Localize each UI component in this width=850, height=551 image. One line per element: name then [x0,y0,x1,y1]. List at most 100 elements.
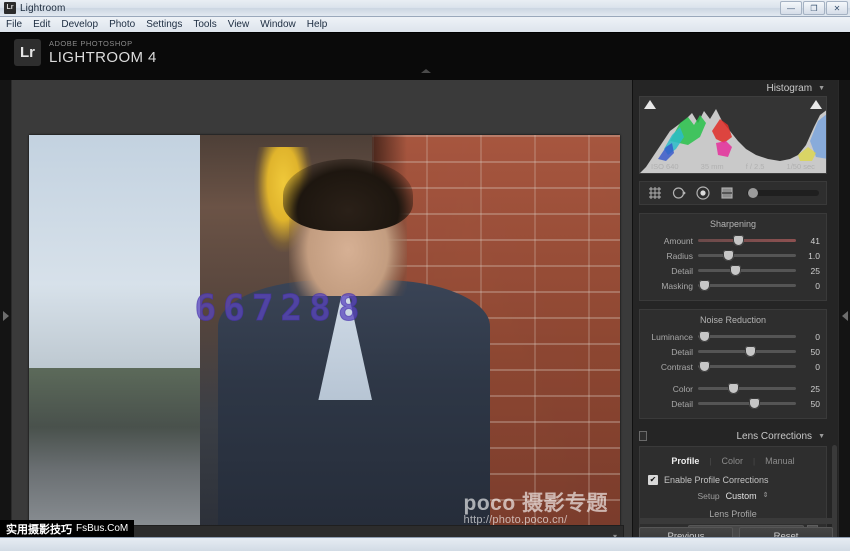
lens-corrections-title: Lens Corrections [736,430,813,442]
photo-sky-region [29,135,213,385]
slider-knob-amount[interactable] [733,235,745,246]
highlight-clipping-icon[interactable] [810,100,822,109]
graduated-filter-icon[interactable] [719,186,734,201]
watermark-number: 667288 [194,287,367,329]
os-titlebar: Lr Lightroom — ❐ ✕ [0,0,850,17]
slider-value-nr-detail[interactable]: 50 [796,347,820,357]
tab-color[interactable]: Color [711,456,753,466]
enable-profile-corrections-checkbox[interactable]: ✔ [648,475,658,485]
slider-knob-detail[interactable] [730,265,742,276]
slider-row-amount[interactable]: Amount 41 [640,233,826,248]
enable-profile-corrections-label: Enable Profile Corrections [664,475,769,485]
histogram[interactable]: ISO 640 35 mm f / 2.5 1/50 sec [639,96,827,174]
histogram-title: Histogram [766,82,813,94]
menu-item-window[interactable]: Window [260,19,296,30]
maximize-button[interactable]: ❐ [803,1,825,15]
slider-value-contrast[interactable]: 0 [796,362,820,372]
slider-row-detail[interactable]: Detail 25 [640,263,826,278]
red-eye-icon[interactable] [695,186,710,201]
slider-label-contrast: Contrast [660,361,693,372]
menu-item-tools[interactable]: Tools [193,19,216,30]
watermark-brand-text: poco 摄影专题 [463,492,608,516]
menu-item-develop[interactable]: Develop [61,19,98,30]
slider-track-detail[interactable] [698,265,796,276]
menu-item-edit[interactable]: Edit [33,19,50,30]
slider-track-masking[interactable] [698,280,796,291]
tool-size-slider[interactable] [747,188,819,198]
setup-stepper-icon[interactable]: ⇕ [763,492,769,499]
slider-knob-nr-detail[interactable] [745,346,757,357]
close-button[interactable]: ✕ [826,1,848,15]
menubar: File Edit Develop Photo Settings Tools V… [0,17,850,33]
slider-track-amount[interactable] [698,235,796,246]
slider-track-radius[interactable] [698,250,796,261]
slider-knob-luminance[interactable] [698,331,710,342]
slider-knob-contrast[interactable] [698,361,710,372]
window-title: Lightroom [20,2,66,14]
slider-row-luminance[interactable]: Luminance 0 [640,329,826,344]
slider-row-contrast[interactable]: Contrast 0 [640,359,826,374]
slider-value-radius[interactable]: 1.0 [796,251,820,261]
lightroom-header: Lr ADOBE PHOTOSHOP LIGHTROOM 4 Library |… [0,33,850,98]
menu-item-view[interactable]: View [228,19,250,30]
photo-street-region [29,368,213,537]
slider-track-color[interactable] [698,383,796,394]
noise-reduction-panel: Noise Reduction Luminance 0 Detail 50 Co… [639,309,827,419]
slider-row-masking[interactable]: Masking 0 [640,278,826,293]
slider-label-color: Color [672,383,693,394]
slider-value-masking[interactable]: 0 [796,281,820,291]
slider-value-color[interactable]: 25 [796,384,820,394]
app-icon: Lr [4,2,16,14]
slider-knob-color[interactable] [728,383,740,394]
chevron-down-icon[interactable]: ▼ [818,85,825,92]
slider-row-nr-detail[interactable]: Detail 50 [640,344,826,359]
setup-value[interactable]: Custom [726,491,757,501]
image-viewport: 667288 poco 摄影专题 http://photo.poco.cn/ ▭… [12,80,644,551]
slider-label-color-detail: Detail [671,398,693,409]
shadow-clipping-icon[interactable] [644,100,656,109]
top-panel-collapse-icon[interactable] [421,69,431,73]
right-panel-divider [639,518,832,524]
menu-item-file[interactable]: File [6,19,22,30]
setup-row[interactable]: Setup Custom ⇕ [640,488,826,507]
slider-knob-radius[interactable] [723,250,735,261]
menu-item-help[interactable]: Help [307,19,328,30]
minimize-button[interactable]: — [780,1,802,15]
slider-track-color-detail[interactable] [698,398,796,409]
left-panel-toggle[interactable] [0,80,12,551]
slider-value-detail[interactable]: 25 [796,266,820,276]
right-panel-toggle[interactable] [838,80,850,551]
lens-corrections-switch-icon[interactable] [639,431,647,441]
tab-manual[interactable]: Manual [755,456,805,466]
slider-track-contrast[interactable] [698,361,796,372]
photo-subject-hair [283,159,414,232]
tab-profile[interactable]: Profile [661,456,709,466]
slider-label-radius: Radius [666,250,693,261]
menu-item-settings[interactable]: Settings [146,19,182,30]
spot-removal-icon[interactable] [671,186,686,201]
menu-item-photo[interactable]: Photo [109,19,135,30]
slider-knob-masking[interactable] [698,280,710,291]
os-taskbar[interactable] [0,537,850,551]
right-panel-content: Histogram ▼ ISO 640 35 mm f / 2.5 1/50 s… [633,80,833,551]
slider-row-color-detail[interactable]: Detail 50 [640,396,826,411]
chevron-down-icon[interactable]: ▼ [818,433,825,440]
enable-profile-corrections-row[interactable]: ✔ Enable Profile Corrections [640,472,826,488]
chevron-left-icon [841,310,848,321]
slider-track-luminance[interactable] [698,331,796,342]
app-root: Lr Lightroom — ❐ ✕ File Edit Develop Pho… [0,0,850,551]
slider-row-radius[interactable]: Radius 1.0 [640,248,826,263]
slider-value-luminance[interactable]: 0 [796,332,820,342]
crop-overlay-icon[interactable] [647,186,662,201]
histogram-panel-header[interactable]: Histogram ▼ [633,80,833,96]
slider-value-color-detail[interactable]: 50 [796,399,820,409]
tool-size-slider-knob[interactable] [748,188,758,198]
slider-row-color[interactable]: Color 25 [640,381,826,396]
watermark-poco: poco 摄影专题 http://photo.poco.cn/ [464,493,609,527]
slider-knob-color-detail[interactable] [748,398,760,409]
slider-value-amount[interactable]: 41 [796,236,820,246]
lens-corrections-header[interactable]: Lens Corrections ▼ [633,428,833,444]
photo-frame[interactable]: 667288 poco 摄影专题 http://photo.poco.cn/ [29,135,620,537]
setup-label: Setup [697,491,720,501]
slider-track-nr-detail[interactable] [698,346,796,357]
